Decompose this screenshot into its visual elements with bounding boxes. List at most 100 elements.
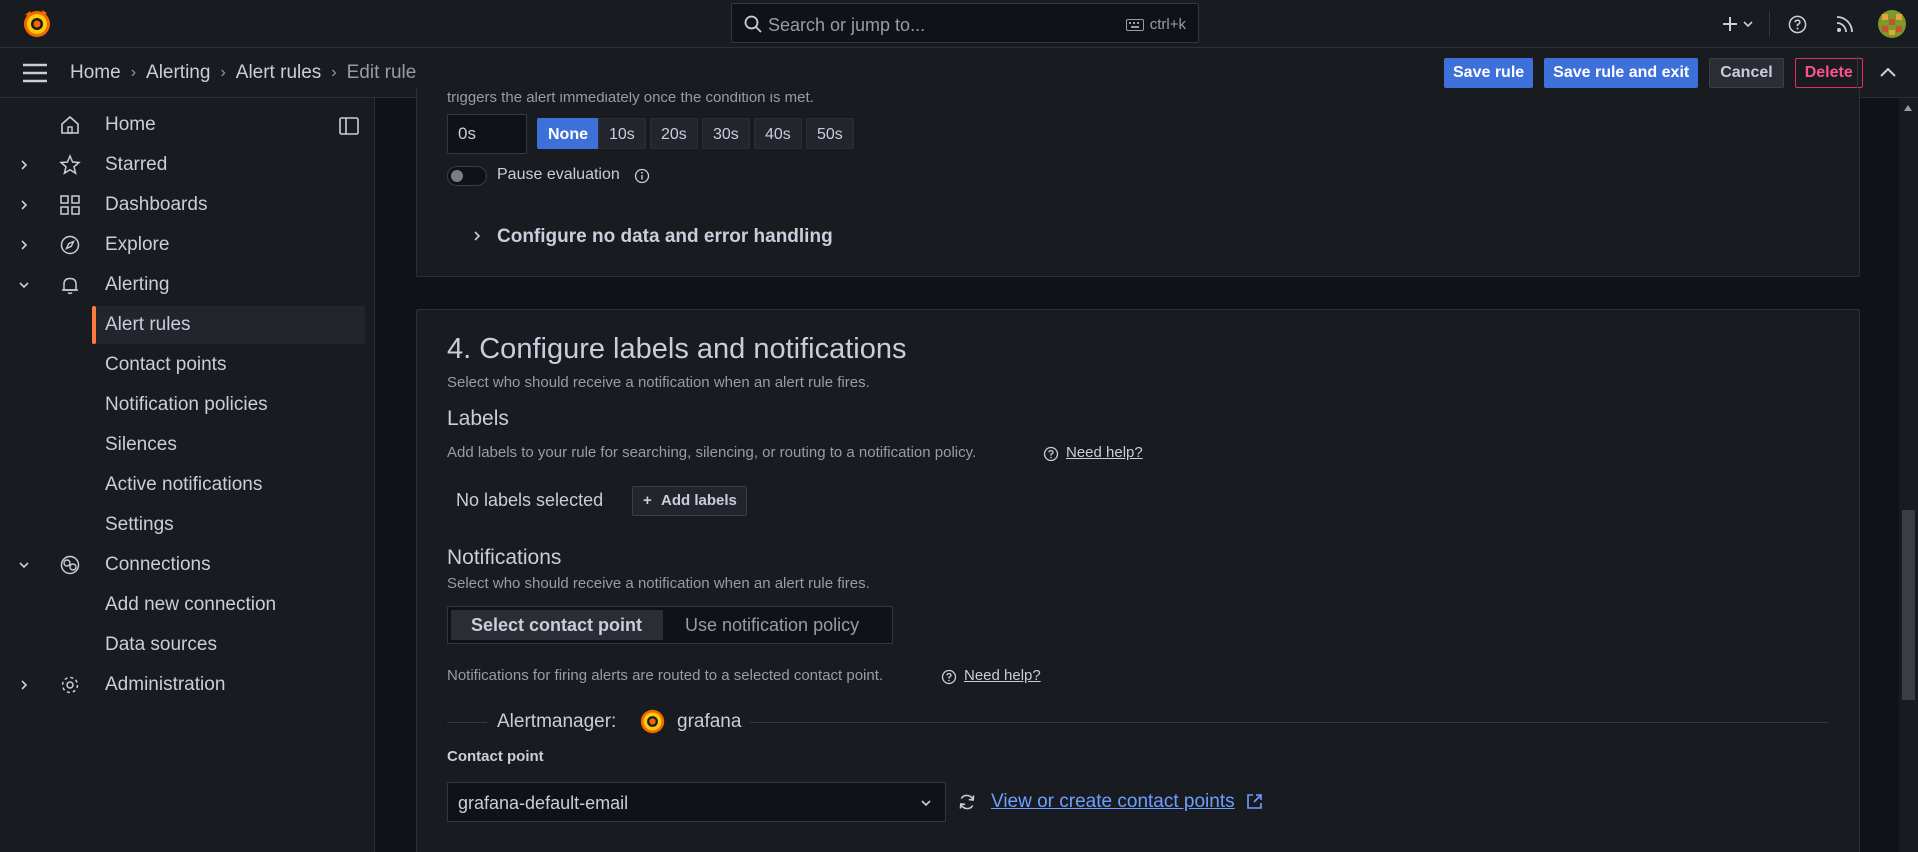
labels-heading: Labels bbox=[447, 407, 509, 430]
home-icon bbox=[61, 115, 79, 134]
sidebar-item-label: Explore bbox=[105, 234, 170, 255]
contact-point-select[interactable]: grafana-default-email bbox=[447, 782, 946, 822]
labels-need-help-link[interactable]: Need help? bbox=[1066, 444, 1143, 461]
external-link-icon[interactable] bbox=[1245, 792, 1264, 811]
breadcrumb-separator: › bbox=[220, 64, 226, 81]
section-title: 4. Configure labels and notifications bbox=[447, 333, 907, 365]
use-notification-policy-option[interactable]: Use notification policy bbox=[665, 610, 879, 640]
sidebar-item-label: Silences bbox=[105, 434, 177, 455]
chevron-right-icon[interactable] bbox=[470, 229, 484, 243]
sidebar-item-contact-points[interactable]: Contact points bbox=[92, 346, 365, 384]
menu-icon[interactable] bbox=[22, 62, 48, 84]
pending-option-10s[interactable]: 10s bbox=[598, 118, 646, 149]
sidebar-item-connections[interactable]: Connections bbox=[0, 546, 365, 584]
star-icon bbox=[59, 154, 81, 175]
sidebar-item-starred[interactable]: Starred bbox=[0, 146, 365, 184]
alertmanager-name: grafana bbox=[677, 711, 742, 732]
sidebar-item-label: Administration bbox=[105, 674, 226, 695]
chevron-right-icon[interactable] bbox=[17, 198, 31, 212]
sidebar-item-label: Connections bbox=[105, 554, 211, 575]
divider-line bbox=[447, 722, 487, 723]
sidebar-item-label: Data sources bbox=[105, 634, 217, 655]
sidebar-item-data-sources[interactable]: Data sources bbox=[92, 626, 365, 664]
news-button[interactable] bbox=[1830, 9, 1860, 39]
avatar bbox=[1878, 10, 1906, 38]
sidebar-item-label: Add new connection bbox=[105, 594, 277, 615]
sidebar-item-alerting[interactable]: Alerting bbox=[0, 266, 365, 304]
view-contact-points-link[interactable]: View or create contact points bbox=[991, 791, 1235, 813]
sidebar-item-explore[interactable]: Explore bbox=[0, 226, 365, 264]
sidebar-item-label: Alerting bbox=[105, 274, 170, 295]
sidebar-item-dashboards[interactable]: Dashboards bbox=[0, 186, 365, 224]
help-circle-icon bbox=[941, 669, 957, 685]
configure-no-data-toggle[interactable]: Configure no data and error handling bbox=[497, 226, 833, 248]
pending-option-50s[interactable]: 50s bbox=[806, 118, 854, 149]
bell-icon bbox=[62, 277, 78, 295]
search-shortcut-text: ctrl+k bbox=[1149, 16, 1186, 33]
search-placeholder: Search or jump to... bbox=[768, 15, 926, 35]
info-icon[interactable] bbox=[634, 168, 650, 184]
chevron-right-icon[interactable] bbox=[17, 238, 31, 252]
new-menu-button[interactable] bbox=[1717, 4, 1757, 44]
chevron-down-icon[interactable] bbox=[17, 278, 31, 292]
pending-option-none[interactable]: None bbox=[537, 118, 599, 149]
grafana-logo-icon[interactable] bbox=[22, 9, 52, 39]
pause-evaluation-label: Pause evaluation bbox=[497, 166, 620, 183]
plus-icon: + bbox=[643, 492, 652, 509]
routing-need-help-link[interactable]: Need help? bbox=[964, 667, 1041, 684]
chevron-down-icon bbox=[921, 800, 931, 807]
routing-description: Notifications for firing alerts are rout… bbox=[447, 667, 884, 684]
breadcrumb-home[interactable]: Home bbox=[70, 62, 121, 84]
sidebar-item-settings[interactable]: Settings bbox=[92, 506, 365, 544]
contact-point-value: grafana-default-email bbox=[458, 793, 629, 813]
delete-button[interactable]: Delete bbox=[1794, 58, 1863, 88]
main-scrollbar[interactable] bbox=[1899, 98, 1918, 852]
save-rule-button[interactable]: Save rule bbox=[1444, 58, 1534, 88]
chevron-right-icon[interactable] bbox=[17, 158, 31, 172]
routing-mode-radio-group: Select contact point Use notification po… bbox=[447, 606, 893, 644]
divider-line bbox=[750, 722, 1828, 723]
breadcrumb-alert-rules[interactable]: Alert rules bbox=[236, 62, 322, 84]
section-description: Select who should receive a notification… bbox=[447, 374, 870, 391]
sidebar-item-silences[interactable]: Silences bbox=[92, 426, 365, 464]
notifications-description: Select who should receive a notification… bbox=[447, 575, 870, 592]
chevron-down-icon bbox=[1742, 21, 1753, 28]
evaluation-section-card bbox=[416, 88, 1860, 277]
plus-icon bbox=[1722, 17, 1737, 31]
sidebar-item-label: Dashboards bbox=[105, 194, 208, 215]
pending-period-input[interactable]: 0s bbox=[447, 114, 527, 154]
help-button[interactable] bbox=[1782, 9, 1812, 39]
breadcrumb-alerting[interactable]: Alerting bbox=[146, 62, 210, 84]
profile-button[interactable] bbox=[1878, 10, 1906, 38]
notifications-heading: Notifications bbox=[447, 546, 562, 569]
pending-option-20s[interactable]: 20s bbox=[650, 118, 698, 149]
add-labels-button[interactable]: + Add labels bbox=[632, 486, 747, 516]
sidebar-item-label: Alert rules bbox=[105, 314, 191, 335]
chevron-up-icon[interactable] bbox=[1876, 62, 1900, 84]
alertmanager-label: Alertmanager: bbox=[497, 711, 617, 732]
scrollbar-thumb[interactable] bbox=[1902, 510, 1915, 700]
refresh-icon[interactable] bbox=[957, 792, 977, 812]
sidebar-item-home[interactable]: Home bbox=[0, 106, 365, 144]
sidebar-item-label: Active notifications bbox=[105, 474, 263, 495]
sidebar-item-label: Contact points bbox=[105, 354, 227, 375]
sidebar-item-alert-rules[interactable]: Alert rules bbox=[92, 306, 365, 344]
pending-option-40s[interactable]: 40s bbox=[754, 118, 802, 149]
breadcrumb-separator: › bbox=[331, 64, 337, 81]
save-rule-exit-button[interactable]: Save rule and exit bbox=[1544, 58, 1699, 88]
select-contact-point-option[interactable]: Select contact point bbox=[451, 610, 663, 640]
gear-icon bbox=[61, 676, 79, 694]
breadcrumb-separator: › bbox=[130, 64, 137, 81]
pending-option-30s[interactable]: 30s bbox=[702, 118, 750, 149]
pause-evaluation-toggle[interactable] bbox=[447, 166, 487, 186]
sidebar-item-notification-policies[interactable]: Notification policies bbox=[92, 386, 365, 424]
cancel-button[interactable]: Cancel bbox=[1709, 58, 1784, 88]
scroll-up-arrow-icon[interactable] bbox=[1903, 104, 1913, 112]
sidebar-item-active-notifications[interactable]: Active notifications bbox=[92, 466, 365, 504]
chevron-right-icon[interactable] bbox=[17, 678, 31, 692]
topbar-divider bbox=[1769, 11, 1770, 37]
search-input[interactable]: Search or jump to... ctrl+k bbox=[731, 3, 1199, 43]
chevron-down-icon[interactable] bbox=[17, 558, 31, 572]
sidebar-item-administration[interactable]: Administration bbox=[0, 666, 365, 704]
sidebar-item-add-new-connection[interactable]: Add new connection bbox=[92, 586, 365, 624]
